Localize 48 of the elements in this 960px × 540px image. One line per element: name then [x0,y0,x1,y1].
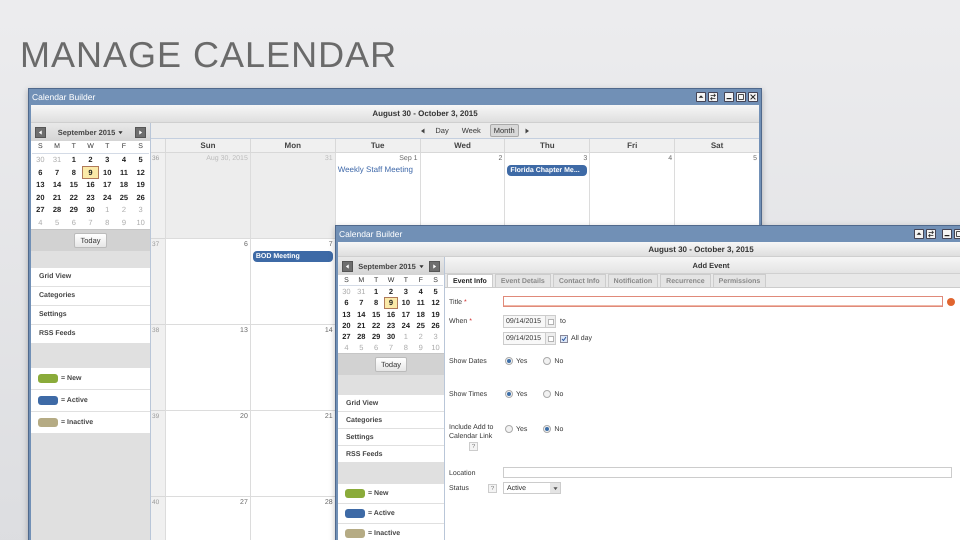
triangle-icon [138,130,143,134]
collapse-button[interactable] [696,92,706,102]
event-link[interactable]: Weekly Staff Meeting [338,165,418,174]
swap-arrows-icon [927,230,935,238]
slide-title: MANAGE CALENDAR [20,34,398,76]
close-button[interactable] [748,92,758,102]
calendar-icon [548,318,554,324]
next-month-button[interactable] [134,126,146,138]
window-title: Calendar Builder [32,92,96,102]
swap-button[interactable] [926,229,936,239]
maximize-icon [737,93,745,101]
weekday-header: Thu [504,139,590,153]
weekday-header: Mon [250,139,335,153]
triangle-icon [418,264,424,268]
triangle-icon [345,264,350,268]
text-field[interactable] [503,467,952,478]
weekday-header: Sun [165,139,250,153]
weekday-header: Fri [589,139,674,153]
swap-button[interactable] [708,92,718,102]
previous-month-button[interactable] [342,260,353,272]
triangle-icon [697,93,705,101]
checkmark-icon [561,336,567,342]
next-button[interactable] [524,128,530,134]
swap-arrows-icon [709,93,717,101]
error-icon [947,298,955,306]
maximize-button[interactable] [736,92,746,102]
window-title: Calendar Builder [339,229,402,239]
weekday-header: Wed [420,139,504,153]
collapse-button[interactable] [914,229,924,239]
close-icon [749,93,757,101]
triangle-icon [38,130,43,134]
text-field[interactable] [503,296,943,307]
weekday-header: Tue [334,139,420,153]
previous-month-button[interactable] [35,126,46,138]
triangle-icon [915,230,923,238]
previous-button[interactable] [420,128,426,134]
weekday-header: Sat [674,139,759,153]
minimize-button[interactable] [942,229,952,239]
next-month-button[interactable] [428,260,440,272]
calendar-icon [548,336,554,342]
triangle-icon [432,264,437,268]
minimize-button[interactable] [724,92,734,102]
triangle-icon [118,130,124,134]
triangle-icon [552,486,558,490]
triangle-icon [420,128,426,134]
date-range-title: August 30 - October 3, 2015 [372,109,478,118]
date-range-title: August 30 - October 3, 2015 [648,244,754,254]
triangle-icon [524,128,530,134]
